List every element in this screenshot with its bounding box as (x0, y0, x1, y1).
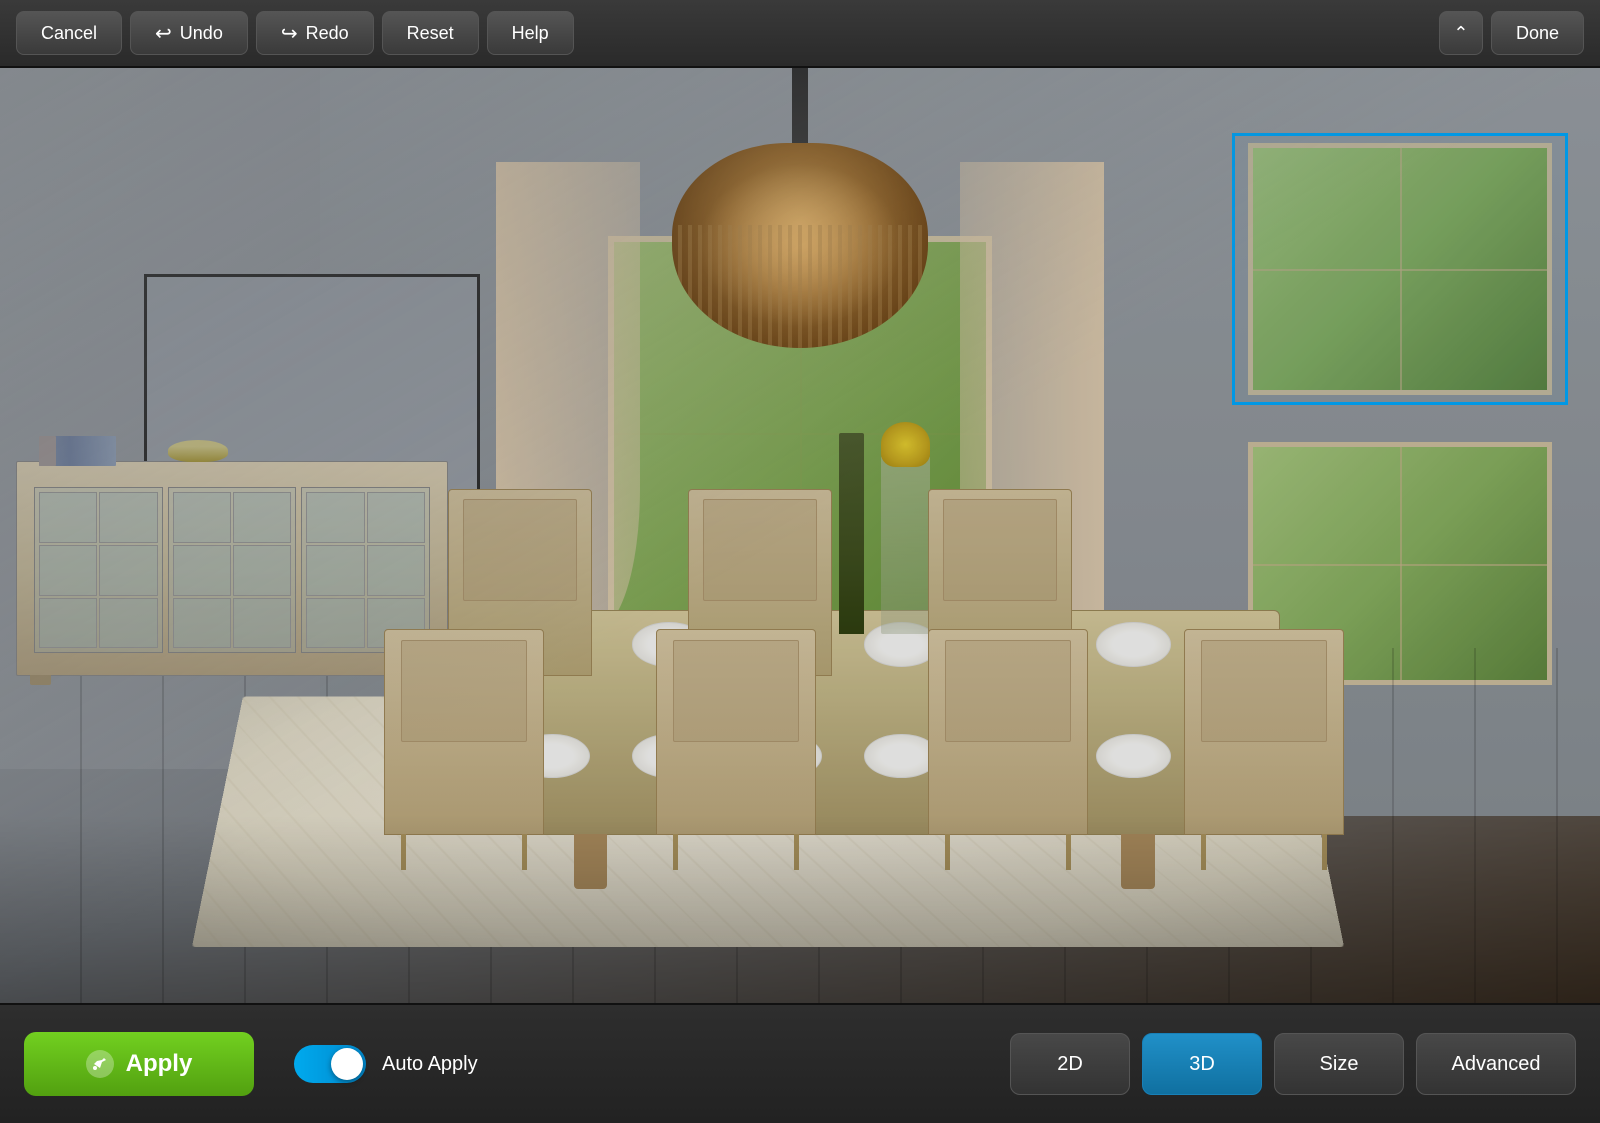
btn-3d-label: 3D (1189, 1053, 1215, 1076)
chandelier-chain (792, 68, 808, 143)
chair-front-right (928, 629, 1088, 835)
chevron-up-icon: ⌃ (1453, 23, 1468, 44)
cancel-button[interactable]: Cancel (16, 11, 122, 55)
done-button[interactable]: Done (1491, 11, 1584, 55)
chandelier-body (672, 143, 928, 349)
undo-icon (155, 21, 172, 46)
toolbar: Cancel Undo Redo Reset Help ⌃ Done (0, 0, 1600, 68)
advanced-button[interactable]: Advanced (1416, 1033, 1576, 1095)
auto-apply-toggle[interactable] (294, 1045, 366, 1083)
advanced-label: Advanced (1452, 1053, 1541, 1076)
undo-label: Undo (180, 23, 223, 44)
redo-label: Redo (306, 23, 349, 44)
size-button[interactable]: Size (1274, 1033, 1404, 1095)
reset-label: Reset (407, 23, 454, 44)
help-label: Help (512, 23, 549, 44)
auto-apply-label: Auto Apply (382, 1053, 478, 1076)
view-controls: 2D 3D Size Advanced (1010, 1033, 1576, 1095)
help-button[interactable]: Help (487, 11, 574, 55)
bottom-bar: Apply Auto Apply 2D 3D Size Advanced (0, 1003, 1600, 1123)
auto-apply-group: Auto Apply (294, 1045, 478, 1083)
done-label: Done (1516, 23, 1559, 44)
reset-button[interactable]: Reset (382, 11, 479, 55)
btn-3d[interactable]: 3D (1142, 1033, 1262, 1095)
size-label: Size (1320, 1053, 1359, 1076)
apply-icon (86, 1050, 114, 1078)
chair-far-right (1184, 629, 1344, 835)
right-window-top (1248, 143, 1552, 395)
chair-front-left (384, 629, 544, 835)
apply-button[interactable]: Apply (24, 1032, 254, 1096)
redo-icon (281, 21, 298, 46)
undo-button[interactable]: Undo (130, 11, 248, 55)
toggle-thumb (331, 1048, 363, 1080)
btn-2d-label: 2D (1057, 1053, 1083, 1076)
apply-label: Apply (126, 1050, 193, 1078)
room-scene[interactable] (0, 68, 1600, 1003)
chair-front-center (656, 629, 816, 835)
cancel-label: Cancel (41, 23, 97, 44)
chevron-up-button[interactable]: ⌃ (1439, 11, 1483, 55)
btn-2d[interactable]: 2D (1010, 1033, 1130, 1095)
redo-button[interactable]: Redo (256, 11, 374, 55)
